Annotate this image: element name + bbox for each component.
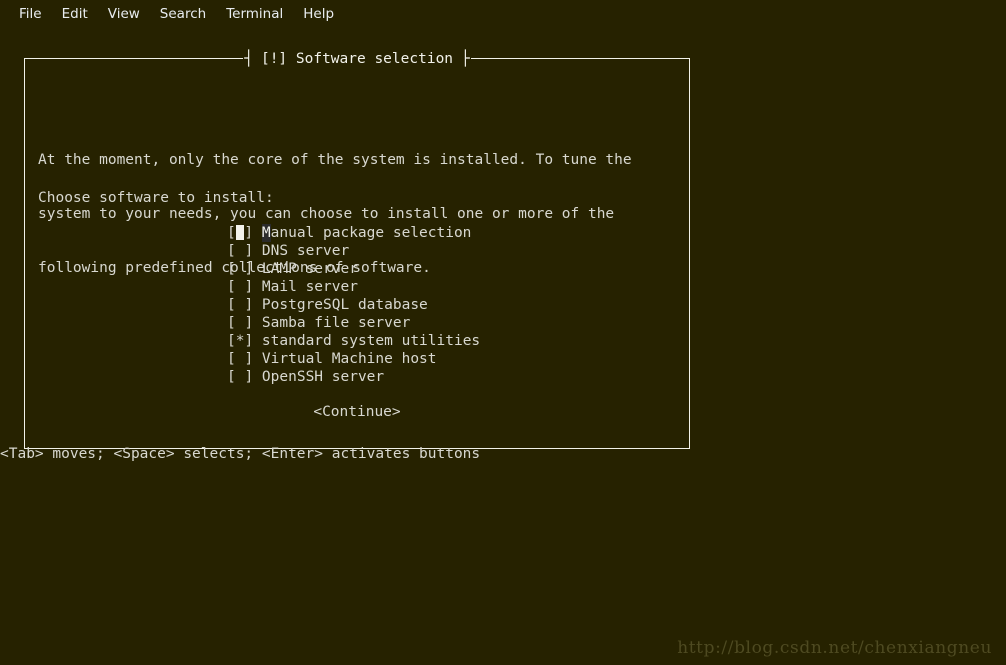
checkbox-unchecked-icon[interactable]: [] [227,225,262,241]
software-choice-item[interactable]: [ ] OpenSSH server [227,368,480,386]
software-choice-label: Manual package selection [261,224,472,242]
description-line: system to your needs, you can choose to … [38,206,615,222]
software-choice-label: Samba file server [261,315,411,331]
software-choice-label: standard system utilities [261,333,481,349]
continue-button-row: <Continue> [24,403,690,421]
software-choice-label: LAMP server [261,261,358,277]
software-choice-item[interactable]: [*] standard system utilities [227,332,480,350]
menu-item-view[interactable]: View [98,6,150,25]
software-choice-item[interactable]: [ ] LAMP server [227,260,480,278]
menu-bar: File Edit View Search Terminal Help [0,0,1006,31]
hotkey-char: M [261,224,271,242]
description-line: At the moment, only the core of the syst… [38,152,632,168]
terminal-screen: ┤ [!] Software selection ├ At the moment… [0,31,1006,665]
software-choice-label: PostgreSQL database [261,297,428,313]
watermark: http://blog.csdn.net/chenxiangneu [677,638,992,658]
software-choice-label: Mail server [261,279,358,295]
checkbox-unchecked-icon[interactable]: [ ] [227,243,262,259]
menu-item-file[interactable]: File [9,6,52,25]
software-choice-item[interactable]: [ ] Mail server [227,278,480,296]
software-choice-label: Virtual Machine host [261,351,437,367]
continue-button[interactable]: <Continue> [313,404,400,420]
checkbox-unchecked-icon[interactable]: [ ] [227,315,262,331]
checkbox-unchecked-icon[interactable]: [ ] [227,369,262,385]
checkbox-checked-icon[interactable]: [*] [227,333,262,349]
checkbox-unchecked-icon[interactable]: [ ] [227,261,262,277]
software-choice-item[interactable]: [] Manual package selection [227,224,480,242]
software-choice-item[interactable]: [ ] PostgreSQL database [227,296,480,314]
menu-item-terminal[interactable]: Terminal [216,6,293,25]
menu-item-search[interactable]: Search [150,6,216,25]
choose-software-prompt: Choose software to install: [38,190,274,206]
menu-item-edit[interactable]: Edit [52,6,98,25]
software-choice-list[interactable]: [] Manual package selection[ ] DNS serve… [227,224,480,386]
software-choice-item[interactable]: [ ] Virtual Machine host [227,350,480,368]
software-choice-item[interactable]: [ ] DNS server [227,242,480,260]
software-choice-label: DNS server [261,243,350,259]
software-choice-label: OpenSSH server [261,369,385,385]
menu-item-help[interactable]: Help [293,6,344,25]
checkbox-unchecked-icon[interactable]: [ ] [227,351,262,367]
checkbox-unchecked-icon[interactable]: [ ] [227,279,262,295]
software-choice-item[interactable]: [ ] Samba file server [227,314,480,332]
keyboard-help-line: <Tab> moves; <Space> selects; <Enter> ac… [0,446,481,462]
checkbox-unchecked-icon[interactable]: [ ] [227,297,262,313]
